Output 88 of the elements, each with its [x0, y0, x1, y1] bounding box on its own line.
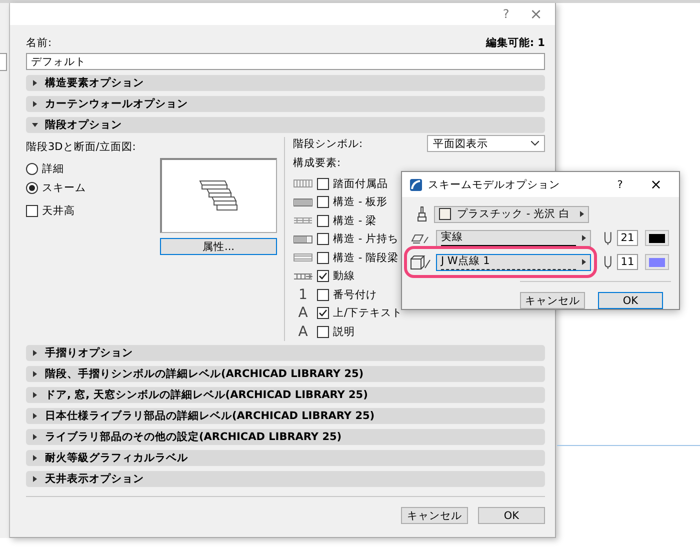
section-header[interactable]: 日本仕様ライブラリ部品の詳細レベル(ARCHICAD LIBRARY 25) [26, 408, 545, 424]
input-field[interactable] [0, 53, 7, 71]
section-header[interactable]: 階段、手摺りシンボルの詳細レベル(ARCHICAD LIBRARY 25) [26, 366, 545, 382]
caret-right-icon [32, 392, 38, 398]
symbol-label: 階段シンボル: [293, 136, 363, 150]
caret-right-icon [32, 476, 38, 482]
checkbox[interactable] [317, 270, 329, 282]
hatch-pattern-icon [293, 178, 313, 190]
material-dropdown[interactable]: プラスチック - 光沢 白 [434, 206, 589, 222]
close-button[interactable]: × [521, 5, 551, 23]
checkbox[interactable] [317, 288, 329, 301]
radio-label: スキーム [42, 180, 86, 194]
caret-right-icon [32, 413, 38, 419]
checkbox[interactable] [317, 252, 329, 264]
checkbox-label: 構造 - 階段梁 [333, 250, 398, 265]
symbol-glyph: 1 [298, 288, 308, 302]
hatch-pattern-icon [293, 196, 313, 208]
components-label: 構成要素: [293, 156, 342, 171]
hatch-pattern-icon [293, 252, 313, 264]
caret-right-icon [582, 235, 586, 241]
chevron-down-icon [531, 141, 539, 146]
pen-icon [603, 255, 613, 269]
close-button[interactable]: × [641, 176, 671, 192]
section-header[interactable]: カーテンウォールオプション [26, 96, 545, 112]
section-header[interactable]: 耐火等級グラフィカルラベル [26, 450, 545, 466]
checkbox[interactable] [317, 178, 329, 190]
section-header[interactable]: ドア, 窓, 天窓シンボルの詳細レベル(ARCHICAD LIBRARY 25) [26, 387, 545, 403]
name-field[interactable]: デフォルト [26, 53, 545, 70]
checkbox[interactable] [317, 326, 329, 338]
section-header[interactable]: ライブラリ部品のその他の設定(ARCHICAD LIBRARY 25) [26, 429, 545, 445]
radio-button[interactable] [26, 162, 38, 174]
help-button[interactable]: ? [605, 178, 635, 190]
checkbox-label: 動線 [333, 269, 355, 284]
attributes-button[interactable]: 属性... [160, 238, 277, 255]
app-logo-icon [410, 178, 422, 190]
line-type-dropdown[interactable]: 実線 [436, 230, 591, 246]
hatch-pattern-icon [293, 215, 313, 226]
cancel-button[interactable]: キャンセル [520, 292, 585, 309]
caret-right-icon [582, 259, 586, 265]
caret-right-icon [580, 211, 584, 217]
caret-right-icon [32, 350, 38, 356]
paint-brush-icon [416, 206, 428, 222]
checkbox[interactable] [317, 233, 329, 246]
symbol-glyph: A [297, 306, 309, 320]
ok-button[interactable]: OK [478, 507, 545, 524]
checkbox-label: 説明 [333, 324, 355, 339]
pen-color-swatch[interactable] [645, 254, 669, 270]
checkbox-label: 上/下テキスト [333, 306, 403, 320]
checkbox[interactable] [317, 307, 329, 320]
stair-preview-drawing [199, 180, 239, 212]
radio-button[interactable] [26, 182, 38, 194]
caret-right-icon [32, 80, 38, 86]
caret-right-icon [32, 434, 38, 440]
radio-label: 詳細 [42, 162, 64, 176]
hatch-pattern-icon [293, 234, 313, 245]
cancel-button[interactable]: キャンセル [401, 507, 468, 524]
caret-right-icon [32, 371, 38, 377]
section-header[interactable]: 天井表示オプション [26, 471, 545, 487]
section-header[interactable]: 階段オプション [26, 117, 545, 133]
ok-button[interactable]: OK [598, 292, 663, 309]
symbol-dropdown[interactable]: 平面図表示 [427, 135, 545, 152]
name-label: 名前: [26, 36, 52, 50]
view-label: 階段3Dと断面/立面図: [26, 140, 137, 155]
pen-number-field[interactable]: 21 [616, 230, 638, 246]
checkbox-label: 天井高 [42, 204, 75, 218]
symbol-glyph: A [297, 324, 309, 339]
cube-line-icon [410, 254, 432, 270]
pen-icon [603, 231, 613, 245]
hatch-pattern-icon [293, 270, 313, 282]
caret-right-icon [32, 455, 38, 461]
checkbox[interactable] [317, 196, 329, 208]
checkbox[interactable] [26, 204, 38, 216]
checkbox-label: 構造 - 板形 [333, 195, 388, 210]
checkbox[interactable] [317, 214, 329, 227]
checkbox-label: 踏面付属品 [333, 176, 388, 191]
dialog-title: スキームモデルオプション [428, 178, 561, 192]
caret-down-icon [32, 122, 38, 128]
pen-number-field[interactable]: 11 [616, 254, 638, 270]
caret-right-icon [32, 101, 38, 107]
section-header[interactable]: 手摺りオプション [26, 345, 545, 361]
pen-color-swatch[interactable] [645, 230, 669, 246]
section-header[interactable]: 構造要素オプション [26, 75, 545, 91]
help-button[interactable]: ? [491, 7, 521, 21]
checkbox-label: 構造 - 片持ち [333, 232, 398, 246]
line-type-dropdown[interactable]: J W点線 1 [436, 254, 591, 270]
checkbox-label: 番号付け [333, 288, 377, 302]
checkbox-label: 構造 - 梁 [333, 214, 376, 228]
editable-count: 編集可能: 1 [486, 36, 545, 50]
